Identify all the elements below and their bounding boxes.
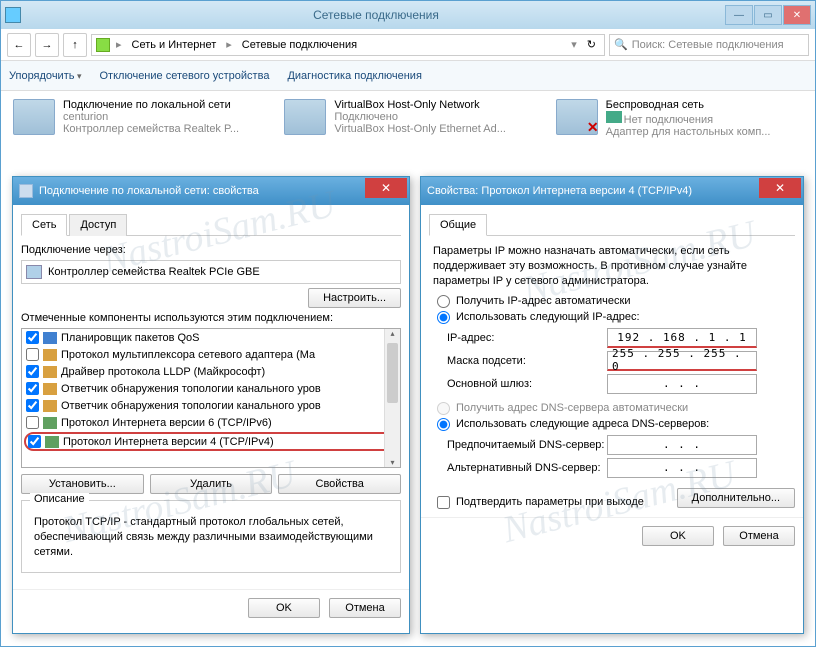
dns1-input[interactable]: . . . [607,435,757,455]
ok-button[interactable]: OK [248,598,320,618]
nav-toolbar: ← → ↑ ▸ Сеть и Интернет ▸ Сетевые подклю… [1,29,815,61]
lan-icon [13,99,55,135]
radio-manual-ip[interactable] [437,311,450,324]
adapter-icon [19,184,33,198]
component-label: Планировщик пакетов QoS [61,332,200,344]
radio-manual-dns[interactable] [437,418,450,431]
back-button[interactable]: ← [7,33,31,57]
component-label: Протокол мультиплексора сетевого адаптер… [61,349,315,361]
connections-pane: Подключение по локальной сети centurion … [1,91,815,146]
protocol-icon [43,400,57,412]
control-panel-icon [5,7,21,23]
adapter-display: Контроллер семейства Realtek PCIe GBE [21,260,401,284]
close-button[interactable]: ✕ [365,178,407,198]
configure-button[interactable]: Настроить... [308,288,401,308]
component-checkbox[interactable] [26,382,39,395]
component-checkbox[interactable] [26,399,39,412]
component-item[interactable]: Ответчик обнаружения топологии канальног… [22,397,400,414]
component-label: Драйвер протокола LLDP (Майкрософт) [61,366,265,378]
search-icon: 🔍 [614,38,628,51]
ip-address-input[interactable]: 192 . 168 . 1 . 1 [607,328,757,348]
signal-bars-icon [606,111,622,123]
component-item[interactable]: Драйвер протокола LLDP (Майкрософт) [22,363,400,380]
scrollbar[interactable] [384,329,400,467]
scroll-thumb[interactable] [387,343,398,403]
network-icon [96,38,110,52]
protocol-icon [43,366,57,378]
minimize-button[interactable]: — [725,5,753,25]
component-item[interactable]: Планировщик пакетов QoS [22,329,400,346]
install-button[interactable]: Установить... [21,474,144,494]
component-item[interactable]: Протокол Интернета версии 6 (TCP/IPv6) [22,414,400,431]
component-label: Протокол Интернета версии 4 (TCP/IPv4) [63,436,274,448]
tab-network[interactable]: Сеть [21,214,67,236]
breadcrumb-seg[interactable]: Сеть и Интернет [128,39,221,51]
component-label: Ответчик обнаружения топологии канальног… [61,400,321,412]
close-button[interactable]: ✕ [759,178,801,198]
main-titlebar: Сетевые подключения — ▭ ✕ [1,1,815,29]
tab-access[interactable]: Доступ [69,214,127,236]
connect-via-label: Подключение через: [21,244,401,256]
component-checkbox[interactable] [26,348,39,361]
window-title: Сетевые подключения [27,8,725,22]
wifi-icon [556,99,598,135]
component-checkbox[interactable] [26,416,39,429]
tab-general[interactable]: Общие [429,214,487,236]
protocol-icon [43,383,57,395]
component-item[interactable]: Протокол мультиплексора сетевого адаптер… [22,346,400,363]
close-button[interactable]: ✕ [783,5,811,25]
cancel-button[interactable]: Отмена [329,598,401,618]
diagnose-button[interactable]: Диагностика подключения [287,70,421,82]
component-checkbox[interactable] [26,365,39,378]
uninstall-button[interactable]: Удалить [150,474,273,494]
breadcrumb[interactable]: ▸ Сеть и Интернет ▸ Сетевые подключения … [91,34,605,56]
intro-text: Параметры IP можно назначать автоматичес… [433,244,791,289]
protocol-icon [43,417,57,429]
gateway-input[interactable]: . . . [607,374,757,394]
refresh-icon[interactable]: ↻ [583,38,600,51]
nic-icon [26,265,42,279]
advanced-button[interactable]: Дополнительно... [677,488,795,508]
ok-button[interactable]: OK [642,526,714,546]
lan-icon [284,99,326,135]
dialog-titlebar[interactable]: Свойства: Протокол Интернета версии 4 (T… [421,177,803,205]
component-item[interactable]: Протокол Интернета версии 4 (TCP/IPv4) [24,432,398,451]
connection-item-lan[interactable]: Подключение по локальной сети centurion … [13,99,260,138]
radio-auto-dns [437,402,450,415]
actions-toolbar: Упорядочить Отключение сетевого устройст… [1,61,815,91]
component-item[interactable]: Ответчик обнаружения топологии канальног… [22,380,400,397]
dialog-titlebar[interactable]: Подключение по локальной сети: свойства … [13,177,409,205]
component-checkbox[interactable] [28,435,41,448]
component-label: Ответчик обнаружения топологии канальног… [61,383,321,395]
ipv4-properties-dialog: Свойства: Протокол Интернета версии 4 (T… [420,176,804,634]
component-label: Протокол Интернета версии 6 (TCP/IPv6) [61,417,272,429]
forward-button[interactable]: → [35,33,59,57]
radio-auto-ip[interactable] [437,295,450,308]
properties-button[interactable]: Свойства [278,474,401,494]
subnet-mask-input[interactable]: 255 . 255 . 255 . 0 [607,351,757,371]
disable-device-button[interactable]: Отключение сетевого устройства [100,70,270,82]
protocol-icon [43,349,57,361]
components-list[interactable]: Планировщик пакетов QoS Протокол мультип… [21,328,401,468]
search-input[interactable]: 🔍 Поиск: Сетевые подключения [609,34,809,56]
maximize-button[interactable]: ▭ [754,5,782,25]
components-label: Отмеченные компоненты используются этим … [21,312,401,324]
organize-menu[interactable]: Упорядочить [9,70,82,82]
protocol-icon [45,436,59,448]
breadcrumb-seg[interactable]: Сетевые подключения [238,39,361,51]
confirm-on-exit-checkbox[interactable] [437,496,450,509]
dns2-input[interactable]: . . . [607,458,757,478]
up-button[interactable]: ↑ [63,33,87,57]
component-checkbox[interactable] [26,331,39,344]
description-group: Описание Протокол TCP/IP - стандартный п… [21,500,401,573]
connection-item-vbox[interactable]: VirtualBox Host-Only Network Подключено … [284,99,531,138]
connection-item-wifi[interactable]: Беспроводная сеть Нет подключения Адапте… [556,99,803,138]
cancel-button[interactable]: Отмена [723,526,795,546]
lan-properties-dialog: Подключение по локальной сети: свойства … [12,176,410,634]
protocol-icon [43,332,57,344]
